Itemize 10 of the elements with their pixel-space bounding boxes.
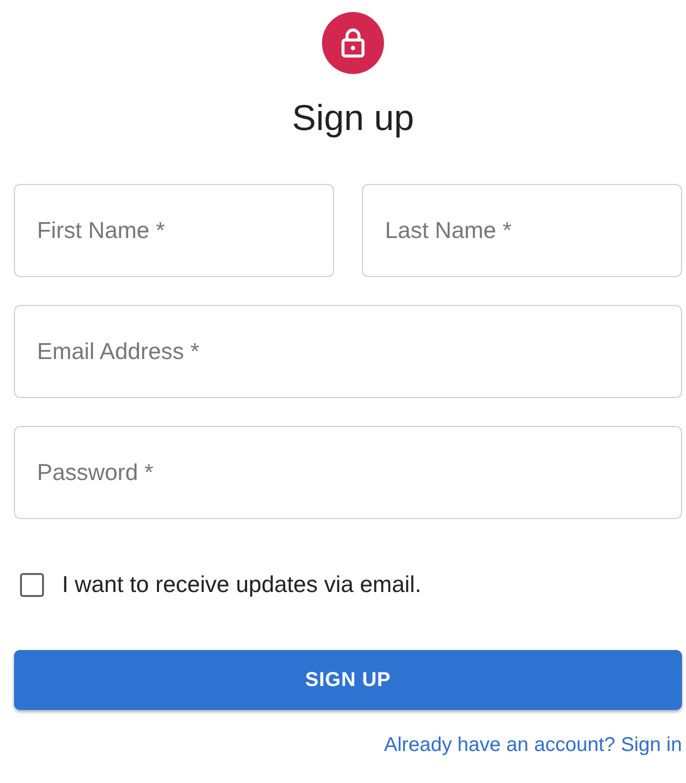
checkbox-label: I want to receive updates via email. [62, 571, 422, 598]
text-field[interactable]: Last Name * [362, 184, 682, 277]
text-field[interactable]: First Name * [14, 184, 334, 277]
checkbox[interactable] [20, 572, 44, 596]
page-title: Sign up [292, 96, 414, 140]
text-field[interactable]: Email Address * [14, 305, 682, 398]
text-field[interactable]: Password * [14, 426, 682, 519]
lock-icon [340, 28, 366, 58]
sign-up-button[interactable]: SIGN UP [14, 650, 682, 710]
sign-in-link[interactable]: Already have an account? Sign in [384, 734, 682, 757]
